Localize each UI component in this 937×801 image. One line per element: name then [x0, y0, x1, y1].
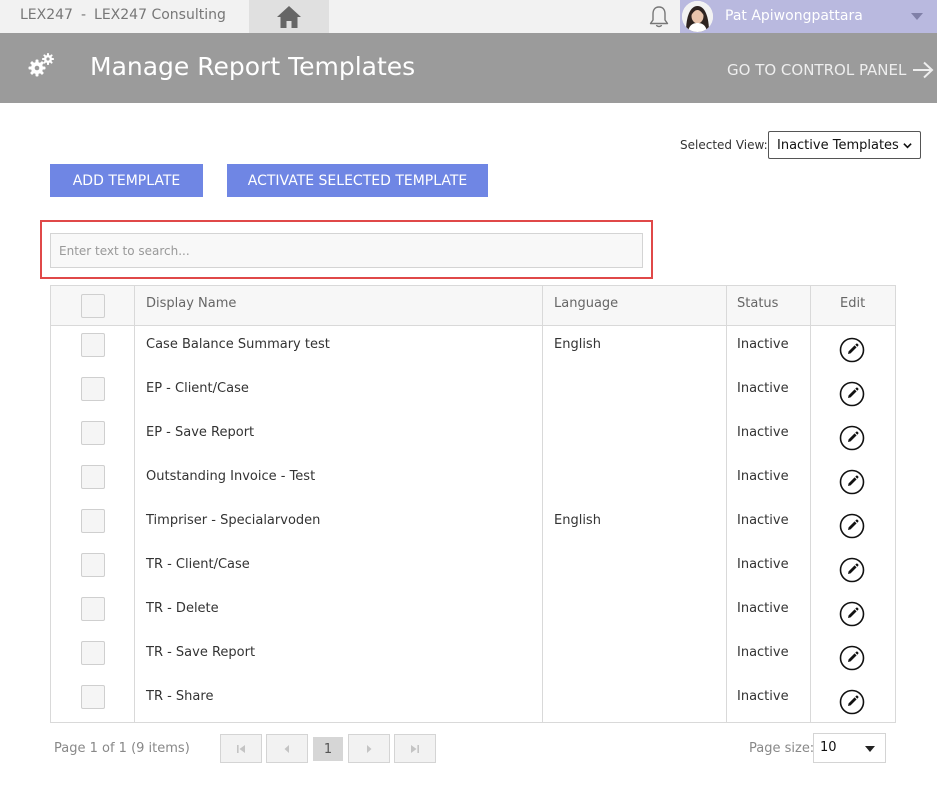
cell-language: English — [554, 513, 601, 528]
arrow-right-icon — [913, 61, 934, 79]
cell-status: Inactive — [737, 337, 789, 352]
home-tab[interactable] — [249, 0, 329, 33]
chevron-right-icon — [367, 744, 372, 753]
column-header-status[interactable]: Status — [737, 296, 778, 311]
view-select[interactable]: Inactive Templates — [768, 131, 921, 159]
cell-status: Inactive — [737, 513, 789, 528]
row-checkbox[interactable] — [81, 641, 105, 665]
chevron-down-icon — [903, 142, 912, 148]
table-header: Display Name Language Status Edit — [51, 286, 895, 326]
cell-status: Inactive — [737, 425, 789, 440]
row-checkbox[interactable] — [81, 333, 105, 357]
chevron-left-icon — [284, 744, 289, 753]
row-checkbox[interactable] — [81, 509, 105, 533]
cell-language: English — [554, 337, 601, 352]
home-icon — [277, 5, 301, 28]
selected-view-label: Selected View: — [680, 138, 768, 152]
table-row[interactable]: Case Balance Summary test English Inactive — [51, 326, 895, 370]
activate-selected-template-button[interactable]: ACTIVATE SELECTED TEMPLATE — [227, 164, 488, 197]
cell-display-name: TR - Delete — [146, 601, 219, 616]
cell-display-name: EP - Save Report — [146, 425, 255, 440]
row-checkbox[interactable] — [81, 465, 105, 489]
cell-status: Inactive — [737, 645, 789, 660]
cell-status: Inactive — [737, 689, 789, 704]
company-label: LEX247- LEX247 Consulting — [20, 7, 226, 23]
next-page-button[interactable] — [348, 734, 390, 763]
edit-pencil-icon[interactable] — [839, 601, 865, 627]
pager-info: Page 1 of 1 (9 items) — [54, 741, 190, 756]
company-separator: - — [80, 7, 87, 23]
first-page-button[interactable] — [220, 734, 262, 763]
page-title: Manage Report Templates — [90, 52, 416, 81]
table-row[interactable]: Timpriser - Specialarvoden English Inactiv… — [51, 502, 895, 546]
cell-status: Inactive — [737, 381, 789, 396]
cell-display-name: Timpriser - Specialarvoden — [146, 513, 321, 528]
company-name: LEX247 Consulting — [94, 7, 226, 23]
cell-status: Inactive — [737, 601, 789, 616]
last-page-icon — [411, 744, 419, 753]
row-checkbox[interactable] — [81, 553, 105, 577]
cell-display-name: Case Balance Summary test — [146, 337, 330, 352]
templates-table: Display Name Language Status Edit Case B… — [50, 285, 896, 723]
page-size-value: 10 — [820, 740, 837, 755]
edit-pencil-icon[interactable] — [839, 381, 865, 407]
top-bar: LEX247- LEX247 Consulting Pat Apiwongpatt… — [0, 0, 937, 33]
edit-pencil-icon[interactable] — [839, 689, 865, 715]
first-page-icon — [237, 744, 245, 753]
table-row[interactable]: TR - Delete Inactive — [51, 590, 895, 634]
search-input[interactable] — [50, 233, 643, 268]
gears-icon — [28, 53, 54, 77]
table-row[interactable]: Outstanding Invoice - Test Inactive — [51, 458, 895, 502]
edit-pencil-icon[interactable] — [839, 425, 865, 451]
cell-status: Inactive — [737, 557, 789, 572]
cell-display-name: TR - Share — [146, 689, 214, 704]
user-menu[interactable]: Pat Apiwongpattara — [680, 0, 937, 33]
column-header-edit: Edit — [840, 296, 866, 311]
cell-display-name: TR - Save Report — [146, 645, 256, 660]
chevron-down-icon[interactable] — [911, 13, 923, 20]
page-size-select[interactable]: 10 — [813, 733, 886, 763]
cell-display-name: EP - Client/Case — [146, 381, 249, 396]
cell-status: Inactive — [737, 469, 789, 484]
table-row[interactable]: TR - Save Report Inactive — [51, 634, 895, 678]
row-checkbox[interactable] — [81, 597, 105, 621]
page-header: Manage Report Templates GO TO CONTROL PA… — [0, 33, 937, 103]
chevron-down-icon — [865, 746, 875, 752]
view-select-value: Inactive Templates — [777, 137, 899, 153]
user-name: Pat Apiwongpattara — [725, 8, 863, 24]
page-number-button[interactable]: 1 — [313, 737, 343, 761]
row-checkbox[interactable] — [81, 377, 105, 401]
control-panel-link[interactable]: GO TO CONTROL PANEL — [727, 61, 934, 79]
edit-pencil-icon[interactable] — [839, 557, 865, 583]
row-checkbox[interactable] — [81, 685, 105, 709]
column-header-display-name[interactable]: Display Name — [146, 296, 236, 311]
table-row[interactable]: EP - Save Report Inactive — [51, 414, 895, 458]
bell-icon[interactable] — [646, 4, 672, 30]
last-page-button[interactable] — [394, 734, 436, 763]
avatar — [682, 1, 713, 32]
row-checkbox[interactable] — [81, 421, 105, 445]
cell-display-name: Outstanding Invoice - Test — [146, 469, 316, 484]
edit-pencil-icon[interactable] — [839, 645, 865, 671]
table-row[interactable]: TR - Client/Case Inactive — [51, 546, 895, 590]
previous-page-button[interactable] — [266, 734, 308, 763]
page-size-label: Page size: — [749, 741, 815, 756]
app-name: LEX247 — [20, 7, 73, 23]
avatar-image — [682, 1, 713, 32]
edit-pencil-icon[interactable] — [839, 513, 865, 539]
edit-pencil-icon[interactable] — [839, 469, 865, 495]
cell-display-name: TR - Client/Case — [146, 557, 250, 572]
select-all-checkbox[interactable] — [81, 294, 105, 318]
add-template-button[interactable]: ADD TEMPLATE — [50, 164, 203, 197]
edit-pencil-icon[interactable] — [839, 337, 865, 363]
table-row[interactable]: EP - Client/Case Inactive — [51, 370, 895, 414]
control-panel-label: GO TO CONTROL PANEL — [727, 61, 907, 79]
column-header-language[interactable]: Language — [554, 296, 618, 311]
table-row[interactable]: TR - Share Inactive — [51, 678, 895, 722]
